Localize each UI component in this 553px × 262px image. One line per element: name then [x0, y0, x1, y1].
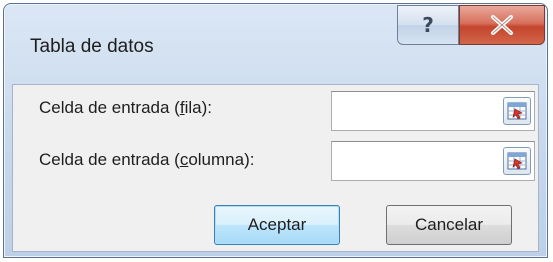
close-icon [490, 15, 514, 35]
column-input-field[interactable] [331, 141, 535, 181]
range-select-icon [507, 102, 527, 120]
dialog-title: Tabla de datos [30, 36, 154, 57]
row-input-field[interactable] [331, 91, 535, 131]
help-button[interactable]: ? [397, 5, 459, 45]
title-bar[interactable]: Tabla de datos ? [4, 4, 547, 84]
row-input-label: Celda de entrada (fila): [39, 98, 212, 117]
row-input-range-button[interactable] [503, 97, 531, 125]
ok-button[interactable]: Aceptar [214, 205, 340, 245]
dialog-body: Celda de entrada (fila): Celda de entrad… [12, 84, 539, 252]
cancel-button[interactable]: Cancelar [386, 205, 512, 245]
column-input-label: Celda de entrada (columna): [39, 150, 255, 169]
data-table-dialog: Tabla de datos ? Celda de entrada (fila)… [3, 3, 548, 258]
help-icon: ? [422, 13, 434, 37]
close-button[interactable] [459, 5, 545, 45]
range-select-icon [507, 152, 527, 170]
column-input-range-button[interactable] [503, 147, 531, 175]
